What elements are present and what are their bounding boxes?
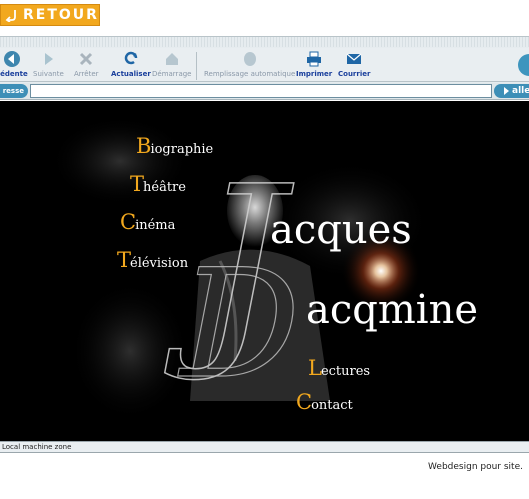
address-bar: resse alle xyxy=(0,83,529,100)
nav-initial: C xyxy=(120,210,137,234)
forward-label: Suivante xyxy=(33,70,64,78)
nav-television[interactable]: T élévision xyxy=(117,250,188,271)
forward-arrow-icon xyxy=(45,53,54,65)
refresh-icon xyxy=(124,51,138,65)
frame-stripe xyxy=(0,37,529,47)
mail-button[interactable]: Courrier xyxy=(338,50,370,82)
footer: Webdesign pour site. xyxy=(0,454,529,499)
webdesign-credit: Webdesign pour site. xyxy=(428,462,523,472)
browser-toolbar: cédente Suivante Arrêter Actualiser Déma… xyxy=(0,48,529,82)
autofill-label: Remplissage automatique xyxy=(204,70,296,78)
autofill-icon xyxy=(243,52,256,66)
background-glow xyxy=(70,281,190,421)
nav-contact[interactable]: C ontact xyxy=(296,392,353,413)
nav-label: inéma xyxy=(135,218,176,233)
refresh-label: Actualiser xyxy=(111,70,151,78)
status-bar: Local machine zone xyxy=(0,441,529,453)
back-button[interactable]: cédente xyxy=(0,50,28,82)
stop-label: Arrêter xyxy=(74,70,99,78)
first-name: acques xyxy=(270,207,412,253)
page-content: J D acques acqmine B iographie T héâtre … xyxy=(0,101,529,441)
nav-theatre[interactable]: T héâtre xyxy=(130,174,186,195)
print-label: Imprimer xyxy=(296,70,333,78)
back-arrow-icon xyxy=(3,51,20,67)
go-label: alle xyxy=(512,86,529,96)
nav-initial: T xyxy=(130,172,145,196)
nav-initial: B xyxy=(136,134,152,158)
hero-artwork: J D acques acqmine xyxy=(50,116,478,421)
nav-biographie[interactable]: B iographie xyxy=(136,136,213,157)
nav-label: iographie xyxy=(150,142,214,157)
top-bar: RETOUR xyxy=(0,0,529,32)
big-letter-d: D xyxy=(177,238,300,412)
status-zone: Local machine zone xyxy=(2,443,72,451)
nav-label: élévision xyxy=(130,256,189,271)
nav-lectures[interactable]: L ectures xyxy=(308,358,370,379)
print-button[interactable]: Imprimer xyxy=(296,50,332,82)
mail-icon xyxy=(346,53,362,64)
home-icon xyxy=(165,53,178,65)
nav-label: ectures xyxy=(320,364,371,379)
printer-icon xyxy=(307,51,322,67)
home-button[interactable]: Démarrage xyxy=(152,50,191,82)
forward-button[interactable]: Suivante xyxy=(33,50,64,82)
refresh-button[interactable]: Actualiser xyxy=(111,50,151,82)
nav-initial: T xyxy=(117,248,132,272)
retour-label: RETOUR xyxy=(23,7,99,23)
go-button[interactable]: alle xyxy=(494,84,529,98)
nav-label: ontact xyxy=(311,398,353,413)
stop-button[interactable]: Arrêter xyxy=(74,50,99,82)
go-arrow-icon xyxy=(504,87,509,95)
toolbar-separator xyxy=(196,52,197,80)
autofill-button[interactable]: Remplissage automatique xyxy=(204,50,295,82)
address-label: resse xyxy=(0,84,28,98)
home-label: Démarrage xyxy=(152,70,192,78)
nav-initial: L xyxy=(308,356,322,380)
nav-initial: C xyxy=(296,390,313,414)
stop-icon xyxy=(80,52,93,66)
mail-label: Courrier xyxy=(338,70,371,78)
address-input[interactable] xyxy=(30,84,492,98)
last-name: acqmine xyxy=(306,287,478,333)
back-label: cédente xyxy=(0,70,28,78)
nav-label: héâtre xyxy=(143,180,186,195)
return-arrow-icon xyxy=(5,10,16,22)
retour-button[interactable]: RETOUR xyxy=(0,4,100,26)
browser-logo-icon xyxy=(518,54,529,76)
nav-cinema[interactable]: C inéma xyxy=(120,212,175,233)
